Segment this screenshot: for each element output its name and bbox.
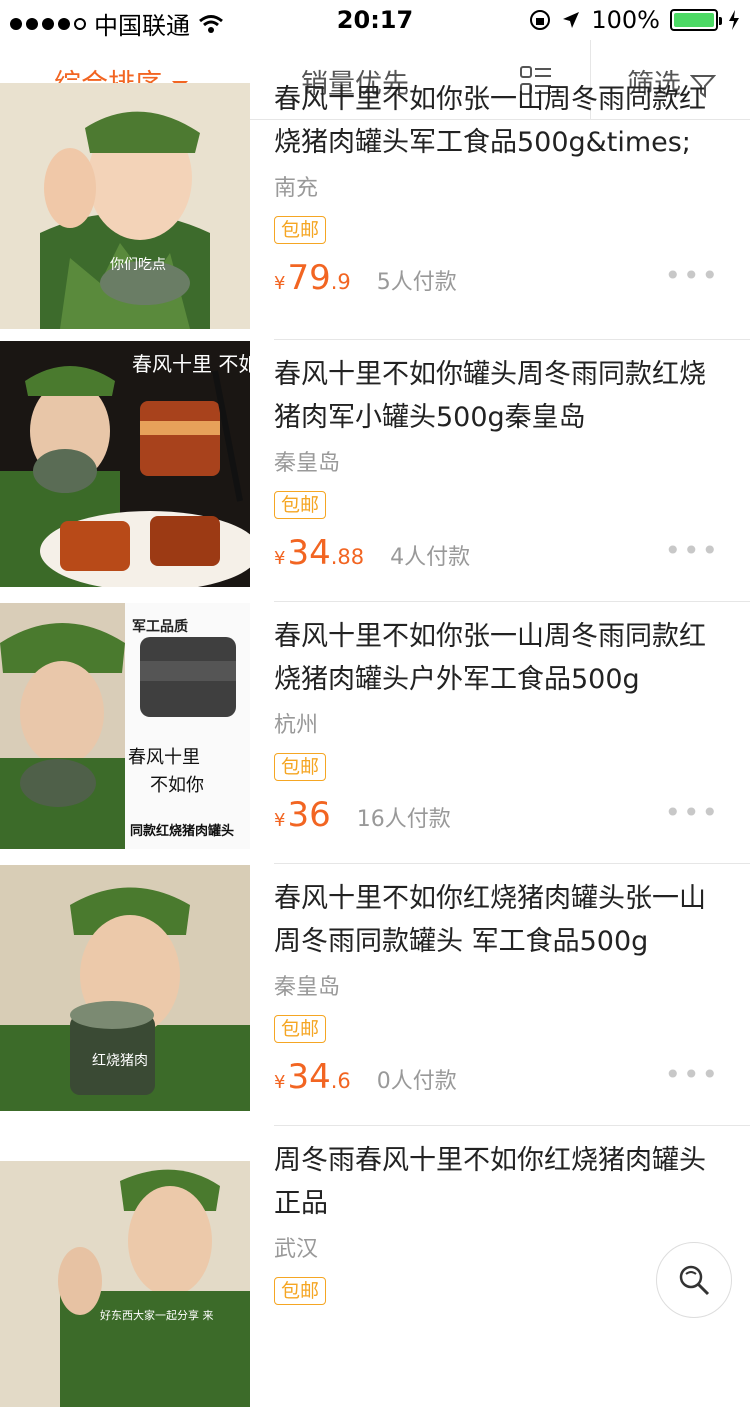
price-row: ¥ 79 .9 5人付款 — [274, 258, 720, 298]
currency-symbol: ¥ — [274, 273, 286, 294]
product-info: 春风十里不如你红烧猪肉罐头张一山周冬雨同款罐头 军工食品500g 秦皇岛 包邮 … — [274, 865, 720, 1097]
product-card[interactable]: 红烧猪肉 春风十里不如你红烧猪肉罐头张一山周冬雨同款罐头 军工食品500g 秦皇… — [0, 865, 750, 1111]
thumb-slogan: 不如你 — [150, 775, 204, 796]
more-options-icon[interactable]: ••• — [664, 796, 720, 829]
product-thumbnail[interactable]: 你们吃点 — [0, 83, 250, 329]
product-info: 春风十里不如你张一山周冬雨同款红烧猪肉罐头户外军工食品500g 杭州 包邮 ¥ … — [274, 603, 720, 835]
price-integer: 34 — [287, 533, 331, 573]
product-image: 红烧猪肉 — [0, 865, 250, 1111]
sales-count: 16人付款 — [356, 807, 451, 832]
free-shipping-badge: 包邮 — [274, 753, 327, 781]
divider — [274, 601, 750, 602]
currency-symbol: ¥ — [274, 810, 286, 831]
free-shipping-badge: 包邮 — [274, 1277, 327, 1305]
sales-count: 0人付款 — [376, 1069, 457, 1094]
thumb-caption: 好东西大家一起分享 来 — [100, 1308, 214, 1322]
product-title: 春风十里不如你罐头周冬雨同款红烧猪肉军小罐头500g秦皇岛 — [274, 359, 706, 433]
price-integer: 36 — [287, 795, 331, 835]
sales-count: 4人付款 — [390, 545, 471, 570]
free-shipping-badge: 包邮 — [274, 1015, 327, 1043]
currency-symbol: ¥ — [274, 548, 286, 569]
price-decimal: .6 — [330, 1069, 351, 1093]
price-row: ¥ 34 .6 0人付款 — [274, 1057, 720, 1097]
currency-symbol: ¥ — [274, 1072, 286, 1093]
sales-count: 5人付款 — [376, 270, 457, 295]
product-card[interactable]: 军工品质 春风十里 不如你 同款红烧猪肉罐头 春风十里不如你张一山周冬雨同款红烧… — [0, 603, 750, 849]
thumb-caption: 红烧猪肉 — [92, 1053, 148, 1069]
price-integer: 79 — [287, 258, 331, 298]
more-options-icon[interactable]: ••• — [664, 1058, 720, 1091]
battery-icon — [670, 9, 722, 31]
price-integer: 34 — [287, 1057, 331, 1097]
product-card[interactable]: 春风十里 不如你 春风十里不如你罐头周冬雨同款红烧猪肉军小罐头500g秦皇岛 秦… — [0, 341, 750, 587]
product-city: 武汉 — [274, 1237, 319, 1262]
product-image: 军工品质 春风十里 不如你 同款红烧猪肉罐头 — [0, 603, 250, 849]
more-options-icon[interactable]: ••• — [664, 534, 720, 567]
floating-search-button[interactable] — [656, 1242, 732, 1318]
product-image: 春风十里 不如你 — [0, 341, 250, 587]
divider — [274, 339, 750, 340]
price-decimal: .88 — [330, 545, 365, 569]
thumb-caption: 你们吃点 — [110, 257, 166, 273]
charging-icon — [729, 10, 739, 30]
product-card[interactable]: 好东西大家一起分享 来 周冬雨春风十里不如你红烧猪肉罐头正品 武汉 包邮 — [0, 1127, 750, 1407]
free-shipping-badge: 包邮 — [274, 491, 327, 519]
product-title: 春风十里不如你红烧猪肉罐头张一山周冬雨同款罐头 军工食品500g — [274, 883, 706, 957]
status-bar: 中国联通 20:17 100% — [0, 0, 750, 40]
free-shipping-badge: 包邮 — [274, 216, 327, 244]
price-row: ¥ 34 .88 4人付款 — [274, 533, 720, 573]
battery-label: 100% — [591, 6, 660, 34]
product-info: 春风十里不如你张一山周冬雨同款红烧猪肉罐头军工食品500g&times; 南充 … — [274, 83, 720, 298]
divider — [274, 863, 750, 864]
more-options-icon[interactable]: ••• — [664, 259, 720, 292]
thumb-caption: 军工品质 — [132, 618, 188, 635]
price-decimal: .9 — [330, 270, 351, 294]
thumb-slogan: 春风十里 — [128, 747, 200, 768]
price-row: ¥ 36 16人付款 — [274, 795, 720, 835]
product-city: 杭州 — [274, 713, 319, 738]
product-info: 春风十里不如你罐头周冬雨同款红烧猪肉军小罐头500g秦皇岛 秦皇岛 包邮 ¥ 3… — [274, 341, 720, 573]
thumb-caption: 春风十里 不如你 — [132, 352, 250, 376]
product-title: 春风十里不如你张一山周冬雨同款红烧猪肉罐头军工食品500g&times; — [274, 84, 706, 158]
product-thumbnail[interactable]: 好东西大家一起分享 来 — [0, 1161, 250, 1407]
product-info: 周冬雨春风十里不如你红烧猪肉罐头正品 武汉 包邮 — [274, 1127, 720, 1305]
search-icon — [679, 1265, 710, 1296]
product-image: 你们吃点 — [0, 83, 250, 329]
product-city: 秦皇岛 — [274, 975, 341, 1000]
divider — [274, 1125, 750, 1126]
location-icon — [563, 12, 580, 28]
product-title: 周冬雨春风十里不如你红烧猪肉罐头正品 — [274, 1145, 706, 1219]
product-city: 秦皇岛 — [274, 451, 341, 476]
thumb-slogan: 同款红烧猪肉罐头 — [130, 823, 234, 839]
product-image: 好东西大家一起分享 来 — [0, 1161, 250, 1407]
product-thumbnail[interactable]: 春风十里 不如你 — [0, 341, 250, 587]
product-city: 南充 — [274, 176, 319, 201]
product-thumbnail[interactable]: 军工品质 春风十里 不如你 同款红烧猪肉罐头 — [0, 603, 250, 849]
product-title: 春风十里不如你张一山周冬雨同款红烧猪肉罐头户外军工食品500g — [274, 621, 706, 695]
orientation-lock-icon — [530, 10, 551, 30]
product-card[interactable]: 你们吃点 春风十里不如你张一山周冬雨同款红烧猪肉罐头军工食品500g&times… — [0, 83, 750, 329]
product-thumbnail[interactable]: 红烧猪肉 — [0, 865, 250, 1111]
